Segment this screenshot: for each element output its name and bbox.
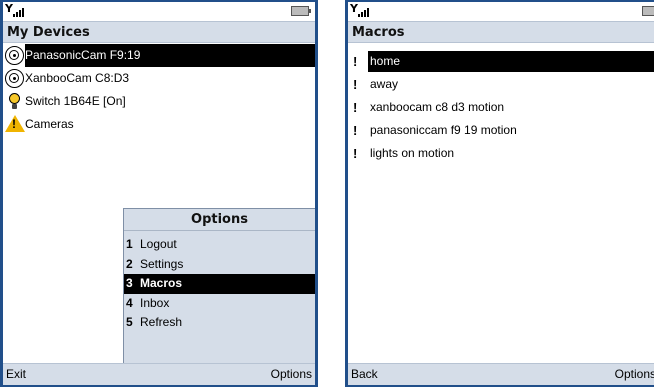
- left-phone-frame: Y My Devices PanasonicCam F9:19 XanbooCa…: [0, 0, 318, 387]
- device-label: XanbooCam C8:D3: [25, 71, 130, 85]
- menu-item-macros[interactable]: 3 Macros: [124, 274, 315, 294]
- device-item-switch[interactable]: Switch 1B64E [On]: [3, 90, 315, 113]
- device-label: PanasonicCam F9:19: [25, 48, 141, 62]
- exclamation-icon: !: [353, 77, 358, 92]
- signal-strength-icon: Y: [5, 2, 27, 18]
- page-title: My Devices: [3, 21, 315, 43]
- menu-item-inbox[interactable]: 4 Inbox: [124, 294, 315, 314]
- camera-icon: [5, 46, 24, 65]
- exclamation-icon: !: [353, 123, 358, 138]
- camera-icon: [5, 69, 24, 88]
- softkey-bar: Exit Options: [3, 363, 315, 385]
- menu-item-refresh[interactable]: 5 Refresh: [124, 313, 315, 333]
- device-item-cameras[interactable]: ! Cameras: [3, 113, 315, 136]
- options-softkey[interactable]: Options: [615, 364, 654, 385]
- macro-item-away[interactable]: ! away: [348, 73, 654, 96]
- battery-icon: [642, 6, 654, 16]
- right-screen: Y Macros ! home ! away ! xanboocam c8 d3…: [348, 2, 654, 385]
- page-title: Macros: [348, 21, 654, 43]
- left-screen: Y My Devices PanasonicCam F9:19 XanbooCa…: [3, 2, 315, 385]
- macro-label: lights on motion: [370, 146, 455, 160]
- battery-icon: [291, 6, 311, 16]
- macro-list: ! home ! away ! xanboocam c8 d3 motion !…: [348, 50, 654, 165]
- right-phone-frame: Y Macros ! home ! away ! xanboocam c8 d3…: [345, 0, 654, 387]
- device-list: PanasonicCam F9:19 XanbooCam C8:D3 Switc…: [3, 44, 315, 136]
- menu-title: Options: [124, 209, 315, 231]
- device-label: Cameras: [25, 117, 74, 131]
- device-item-panasoniccam[interactable]: PanasonicCam F9:19: [3, 44, 315, 67]
- signal-strength-icon: Y: [350, 2, 372, 18]
- exit-softkey[interactable]: Exit: [6, 364, 26, 385]
- options-softkey[interactable]: Options: [271, 364, 312, 385]
- macro-item-lights-on-motion[interactable]: ! lights on motion: [348, 142, 654, 165]
- device-item-xanboocam[interactable]: XanbooCam C8:D3: [3, 67, 315, 90]
- macro-item-xanboocam-motion[interactable]: ! xanboocam c8 d3 motion: [348, 96, 654, 119]
- macro-label: home: [370, 54, 401, 68]
- status-bar: Y: [348, 2, 654, 21]
- macro-item-home[interactable]: ! home: [348, 50, 654, 73]
- menu-item-settings[interactable]: 2 Settings: [124, 255, 315, 275]
- lightbulb-icon: [5, 92, 24, 111]
- menu-item-logout[interactable]: 1 Logout: [124, 235, 315, 255]
- exclamation-icon: !: [353, 100, 358, 115]
- exclamation-icon: !: [353, 54, 358, 69]
- status-bar: Y: [3, 2, 315, 21]
- macro-label: xanboocam c8 d3 motion: [370, 100, 505, 114]
- exclamation-icon: !: [353, 146, 358, 161]
- macro-label: panasoniccam f9 19 motion: [370, 123, 517, 137]
- macro-label: away: [370, 77, 399, 91]
- softkey-bar: Back Options: [348, 363, 654, 385]
- options-menu: Options 1 Logout 2 Settings 3 Macros 4 I…: [123, 208, 315, 364]
- macro-item-panasoniccam-motion[interactable]: ! panasoniccam f9 19 motion: [348, 119, 654, 142]
- device-label: Switch 1B64E [On]: [25, 94, 126, 108]
- back-softkey[interactable]: Back: [351, 364, 378, 385]
